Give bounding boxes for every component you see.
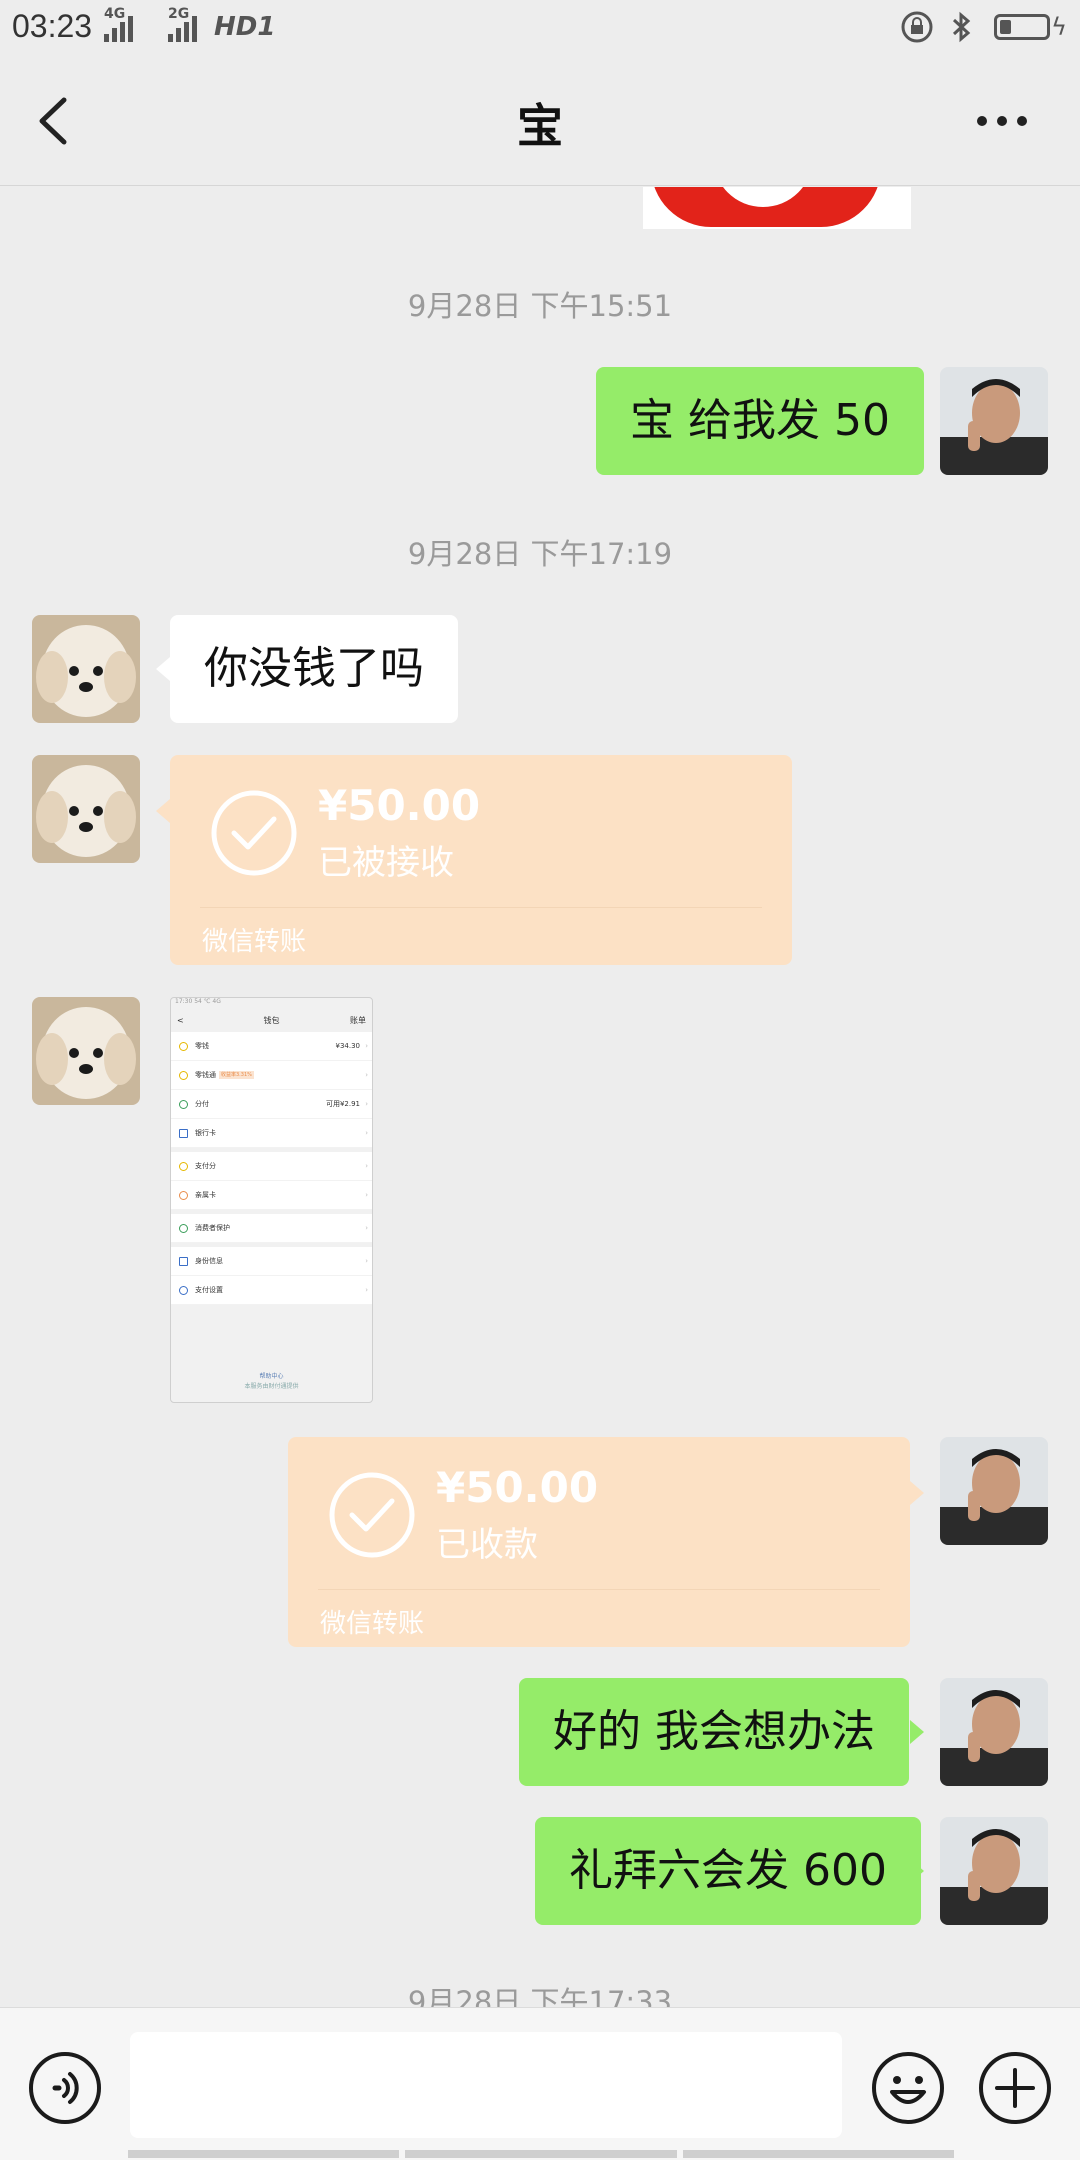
my-avatar[interactable] <box>940 1817 1048 1925</box>
chat-header: 宝 <box>0 56 1080 186</box>
thumb-row: 零钱 ¥34.30 › <box>171 1032 372 1061</box>
thumb-footer: 帮助中心 本服务由财付通提供 <box>244 1373 299 1390</box>
voice-icon <box>29 2052 101 2124</box>
more-button[interactable] <box>970 106 1040 136</box>
message-bubble-sent[interactable]: 宝 给我发 50 <box>596 367 924 475</box>
emoji-button[interactable] <box>870 2050 946 2126</box>
thumb-row: 银行卡 › <box>171 1119 372 1148</box>
contact-avatar[interactable] <box>32 997 140 1105</box>
plus-icon <box>979 2052 1051 2124</box>
timestamp: 9月28日 下午15:51 <box>407 289 673 323</box>
thumb-row: 身份信息 › <box>171 1247 372 1276</box>
lock-rotation-icon <box>900 10 934 52</box>
chat-title: 宝 <box>517 99 563 153</box>
transfer-brand: 微信转账 <box>320 1609 425 1639</box>
signal-icon: 4G <box>104 6 133 42</box>
message-text: 礼拜六会发 600 <box>569 1845 887 1896</box>
thumb-row: 零钱通 收益率3.31% › <box>171 1061 372 1090</box>
timestamp: 9月28日 下午17:33 <box>407 1985 673 2007</box>
contact-avatar[interactable] <box>32 755 140 863</box>
network-type-2: 2G <box>168 6 190 22</box>
more-functions-button[interactable] <box>977 2050 1053 2126</box>
input-bar <box>0 2007 1080 2160</box>
my-avatar[interactable] <box>940 1678 1048 1786</box>
thumb-header: < 钱包 账单 <box>171 1010 372 1032</box>
message-list[interactable]: 9月28日 下午15:51 宝 给我发 50 9月28日 下午17:19 你没钱… <box>0 187 1080 2007</box>
thumb-status: 17:30 54 ℃ 4G <box>175 998 221 1005</box>
message-text: 你没钱了吗 <box>204 643 424 694</box>
status-bar: 03:23 4G 2G HD1 ϟ <box>0 0 1080 56</box>
timestamp: 9月28日 下午17:19 <box>407 537 673 571</box>
voice-button[interactable] <box>27 2050 103 2126</box>
gesture-bar <box>128 2150 954 2158</box>
battery-icon: ϟ <box>994 13 1067 41</box>
message-text: 宝 给我发 50 <box>630 395 890 446</box>
transfer-card[interactable]: ¥50.00 已被接收 微信转账 <box>170 755 792 965</box>
more-dots-icon <box>977 116 1027 126</box>
transfer-amount: ¥50.00 <box>318 781 481 830</box>
transfer-status: 已收款 <box>436 1525 538 1565</box>
transfer-amount: ¥50.00 <box>436 1463 599 1512</box>
thumb-back: < <box>177 1016 184 1025</box>
check-circle-icon <box>211 790 297 876</box>
network-type-1: 4G <box>104 6 126 22</box>
message-bubble-sent[interactable]: 好的 我会想办法 <box>519 1678 909 1786</box>
message-input[interactable] <box>130 2032 842 2138</box>
signal-icon: 2G <box>168 6 197 42</box>
thumb-row: 支付分 › <box>171 1152 372 1181</box>
emoji-icon <box>872 2052 944 2124</box>
thumb-row: 消费者保护 › <box>171 1214 372 1243</box>
thumb-title: 钱包 <box>263 1016 280 1025</box>
my-avatar[interactable] <box>940 1437 1048 1545</box>
sticker-image[interactable] <box>643 187 911 229</box>
thumb-row: 亲属卡 › <box>171 1181 372 1210</box>
thumb-row: 支付设置 › <box>171 1276 372 1305</box>
image-message[interactable]: 17:30 54 ℃ 4G < 钱包 账单 零钱 ¥34.30 › 零钱通 收益率3.… <box>170 997 373 1403</box>
message-bubble-sent[interactable]: 礼拜六会发 600 <box>535 1817 921 1925</box>
my-avatar[interactable] <box>940 367 1048 475</box>
hd-voice-icon: HD1 <box>214 12 276 42</box>
check-circle-icon <box>329 1472 415 1558</box>
bluetooth-icon <box>944 10 978 52</box>
contact-avatar[interactable] <box>32 615 140 723</box>
message-text: 好的 我会想办法 <box>553 1706 875 1757</box>
thumb-bill: 账单 <box>350 1016 366 1025</box>
status-time: 03:23 <box>12 8 93 44</box>
transfer-card[interactable]: ¥50.00 已收款 微信转账 <box>288 1437 910 1647</box>
transfer-brand: 微信转账 <box>202 927 307 957</box>
transfer-status: 已被接收 <box>318 843 454 883</box>
message-bubble-received[interactable]: 你没钱了吗 <box>170 615 458 723</box>
thumb-row: 分付 可用¥2.91 › <box>171 1090 372 1119</box>
